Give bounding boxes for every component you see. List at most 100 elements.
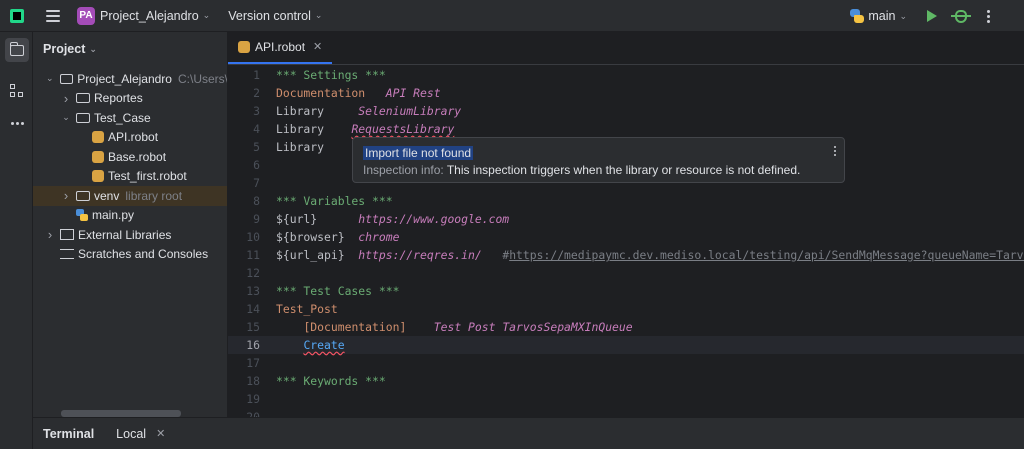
robot-file-icon	[92, 170, 104, 183]
folder-icon	[76, 190, 90, 201]
code-line[interactable]: 3 Library SeleniumLibrary	[228, 102, 1024, 120]
line-number: 15	[246, 320, 260, 334]
code-token: *** Test Cases ***	[276, 284, 400, 298]
project-panel-header[interactable]: Project ⌄	[33, 32, 227, 66]
tree-item[interactable]: Base.robot	[33, 147, 227, 167]
more-tools-button[interactable]	[5, 111, 29, 135]
tree-item[interactable]: Test_first.robot	[33, 167, 227, 187]
structure-tool-button[interactable]	[5, 79, 29, 103]
code-text: Library SeleniumLibrary	[276, 104, 461, 118]
tree-item-label: External Libraries	[78, 227, 172, 242]
more-icon	[10, 121, 24, 125]
code-token: API Rest	[385, 86, 441, 100]
code-text: Library	[276, 140, 324, 154]
more-actions-icon[interactable]	[987, 9, 990, 23]
run-icon[interactable]	[927, 10, 937, 22]
code-token: ${url_api}	[276, 248, 359, 262]
chevron-down-icon[interactable]: ⌄	[61, 112, 71, 123]
line-number: 18	[246, 374, 260, 388]
code-line[interactable]: 13 *** Test Cases ***	[228, 282, 1024, 300]
line-number: 6	[253, 158, 260, 172]
line-number: 3	[253, 104, 260, 118]
tree-item[interactable]: › venv library root	[33, 186, 227, 206]
code-token: [Documentation]	[303, 320, 407, 334]
terminal-panel: Terminal Local ✕	[33, 417, 1024, 449]
tree-item[interactable]: ⌄ Project_Alejandro C:\Users\	[33, 69, 227, 89]
chevron-right-icon[interactable]: ›	[61, 91, 71, 106]
popup-more-icon[interactable]	[834, 146, 836, 156]
code-line[interactable]: 8 *** Variables ***	[228, 192, 1024, 210]
tree-item[interactable]: Scratches and Consoles	[33, 245, 227, 265]
chevron-down-icon[interactable]: ⌄	[45, 73, 55, 84]
main-menu-icon[interactable]	[46, 9, 60, 22]
chevron-right-icon[interactable]: ›	[45, 227, 55, 242]
terminal-title[interactable]: Terminal	[43, 427, 94, 441]
code-token: https://reqres.in/	[358, 248, 482, 262]
code-token: chrome	[358, 230, 400, 244]
tab-label: API.robot	[255, 39, 306, 54]
code-text: *** Variables ***	[276, 194, 393, 208]
code-token: SeleniumLibrary	[358, 104, 462, 118]
code-text: ${browser} chrome	[276, 230, 399, 244]
chevron-down-icon[interactable]: ⌄	[89, 44, 97, 55]
line-number: 7	[253, 176, 260, 190]
tree-item[interactable]: main.py	[33, 206, 227, 226]
line-number: 1	[253, 68, 260, 82]
chevron-right-icon[interactable]: ›	[61, 188, 71, 203]
title-bar: PA Project_Alejandro ⌄ Version control ⌄…	[0, 0, 1024, 32]
project-switcher[interactable]: Project_Alejandro	[100, 9, 199, 23]
editor: API.robot ✕ 1 *** Settings *** 2 Documentat…	[228, 32, 1024, 417]
project-badge[interactable]: PA	[77, 6, 95, 25]
code-line[interactable]: 12	[228, 264, 1024, 282]
tab-api-robot[interactable]: API.robot ✕	[228, 32, 333, 64]
close-icon[interactable]: ✕	[313, 40, 322, 53]
terminal-tab-local[interactable]: Local	[116, 427, 146, 441]
chevron-down-icon[interactable]: ⌄	[315, 10, 323, 21]
code-line[interactable]: 4 Library RequestsLibrary	[228, 120, 1024, 138]
tree-item[interactable]: › Reportes	[33, 89, 227, 109]
code-line[interactable]: 9 ${url} https://www.google.com	[228, 210, 1024, 228]
line-number: 8	[253, 194, 260, 208]
code-token: Test_Post	[276, 302, 338, 316]
tree-item-hint: library root	[125, 188, 183, 203]
code-line[interactable]: 10 ${browser} chrome	[228, 228, 1024, 246]
code-text: Test_Post	[276, 302, 338, 316]
chevron-down-icon[interactable]: ⌄	[899, 11, 907, 22]
code-token: Library	[276, 140, 325, 154]
code-text: [Documentation] Test Post TarvosSepaMXIn…	[276, 320, 632, 334]
robot-file-icon	[238, 40, 250, 53]
chevron-down-icon[interactable]: ⌄	[203, 10, 211, 21]
code-line[interactable]: 20	[228, 408, 1024, 417]
code-line[interactable]: 2 Documentation API Rest	[228, 84, 1024, 102]
code-line[interactable]: 16 Create	[228, 336, 1024, 354]
run-config-selector[interactable]: main	[868, 9, 895, 23]
code-token: *** Settings ***	[276, 68, 386, 82]
code-line[interactable]: 18 *** Keywords ***	[228, 372, 1024, 390]
debug-icon[interactable]	[951, 9, 971, 23]
line-number: 13	[246, 284, 260, 298]
folder-icon	[59, 73, 74, 84]
version-control-menu[interactable]: Version control	[228, 9, 311, 23]
code-line[interactable]: 14 Test_Post	[228, 300, 1024, 318]
tree-item[interactable]: › External Libraries	[33, 225, 227, 245]
code-line[interactable]: 1 *** Settings ***	[228, 66, 1024, 84]
code-line[interactable]: 11 ${url_api} https://reqres.in/ #https:/…	[228, 246, 1024, 264]
code-token: Create	[303, 338, 345, 352]
code-line[interactable]: 15 [Documentation] Test Post TarvosSepaM…	[228, 318, 1024, 336]
pycharm-logo-icon	[10, 8, 24, 23]
tree-item[interactable]: ⌄ Test_Case	[33, 108, 227, 128]
code-text: *** Settings ***	[276, 68, 386, 82]
code-line[interactable]: 19	[228, 390, 1024, 408]
tree-item[interactable]: API.robot	[33, 128, 227, 148]
project-tool-button[interactable]	[5, 38, 29, 62]
code-area[interactable]: 1 *** Settings *** 2 Documentation API Rest…	[228, 66, 1024, 417]
popup-info-text: This inspection triggers when the librar…	[443, 163, 801, 177]
line-number: 9	[253, 212, 260, 226]
tree-item-label: main.py	[92, 208, 135, 223]
line-number: 20	[246, 410, 260, 417]
horizontal-scrollbar[interactable]	[61, 410, 181, 417]
line-number: 12	[246, 266, 260, 280]
close-icon[interactable]: ✕	[156, 427, 165, 440]
code-line[interactable]: 17	[228, 354, 1024, 372]
